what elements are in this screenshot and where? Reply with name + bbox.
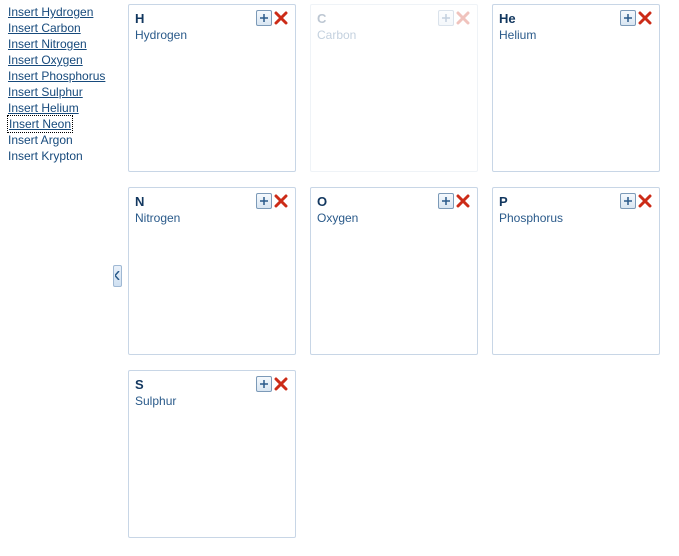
close-icon	[456, 11, 470, 25]
card-name: Carbon	[317, 28, 471, 42]
insert-hydrogen-link[interactable]: Insert Hydrogen	[8, 4, 113, 20]
add-button[interactable]	[620, 193, 636, 209]
add-button[interactable]	[256, 193, 272, 209]
close-icon	[274, 11, 288, 25]
card-name: Oxygen	[317, 211, 471, 225]
insert-neon-link[interactable]: Insert Neon	[8, 116, 72, 132]
plus-icon	[623, 196, 633, 206]
card-symbol: He	[499, 11, 620, 26]
plus-icon	[441, 196, 451, 206]
card-carbon: C Carbon	[310, 4, 478, 172]
insert-argon-link[interactable]: Insert Argon	[8, 132, 113, 148]
plus-icon	[259, 379, 269, 389]
card-symbol: P	[499, 194, 620, 209]
insert-helium-link[interactable]: Insert Helium	[8, 100, 113, 116]
card-nitrogen: N Nitrogen	[128, 187, 296, 355]
card-symbol: H	[135, 11, 256, 26]
insert-phosphorus-link[interactable]: Insert Phosphorus	[8, 68, 113, 84]
plus-icon	[441, 13, 451, 23]
remove-button[interactable]	[637, 193, 653, 209]
insert-oxygen-link[interactable]: Insert Oxygen	[8, 52, 113, 68]
add-button[interactable]	[438, 10, 454, 26]
chevron-left-icon	[115, 269, 120, 283]
sidebar-collapse-handle[interactable]	[113, 265, 122, 287]
add-button[interactable]	[620, 10, 636, 26]
cards-area: H Hydrogen C	[128, 4, 668, 553]
card-symbol: N	[135, 194, 256, 209]
card-hydrogen: H Hydrogen	[128, 4, 296, 172]
close-icon	[274, 377, 288, 391]
card-symbol: O	[317, 194, 438, 209]
add-button[interactable]	[256, 10, 272, 26]
card-name: Hydrogen	[135, 28, 289, 42]
insert-krypton-link[interactable]: Insert Krypton	[8, 148, 113, 164]
remove-button[interactable]	[273, 10, 289, 26]
card-name: Phosphorus	[499, 211, 653, 225]
remove-button[interactable]	[637, 10, 653, 26]
card-sulphur: S Sulphur	[128, 370, 296, 538]
add-button[interactable]	[438, 193, 454, 209]
card-symbol: C	[317, 11, 438, 26]
remove-button[interactable]	[455, 193, 471, 209]
card-row: H Hydrogen C	[128, 4, 668, 172]
close-icon	[274, 194, 288, 208]
sidebar: Insert Hydrogen Insert Carbon Insert Nit…	[8, 4, 113, 164]
card-name: Nitrogen	[135, 211, 289, 225]
card-helium: He Helium	[492, 4, 660, 172]
plus-icon	[259, 196, 269, 206]
close-icon	[456, 194, 470, 208]
remove-button[interactable]	[273, 193, 289, 209]
card-row: N Nitrogen O	[128, 187, 668, 355]
insert-carbon-link[interactable]: Insert Carbon	[8, 20, 113, 36]
plus-icon	[259, 13, 269, 23]
insert-nitrogen-link[interactable]: Insert Nitrogen	[8, 36, 113, 52]
remove-button[interactable]	[273, 376, 289, 392]
plus-icon	[623, 13, 633, 23]
card-phosphorus: P Phosphorus	[492, 187, 660, 355]
card-oxygen: O Oxygen	[310, 187, 478, 355]
insert-sulphur-link[interactable]: Insert Sulphur	[8, 84, 113, 100]
close-icon	[638, 11, 652, 25]
card-symbol: S	[135, 377, 256, 392]
card-name: Helium	[499, 28, 653, 42]
remove-button[interactable]	[455, 10, 471, 26]
close-icon	[638, 194, 652, 208]
card-row: S Sulphur	[128, 370, 668, 538]
card-name: Sulphur	[135, 394, 289, 408]
add-button[interactable]	[256, 376, 272, 392]
